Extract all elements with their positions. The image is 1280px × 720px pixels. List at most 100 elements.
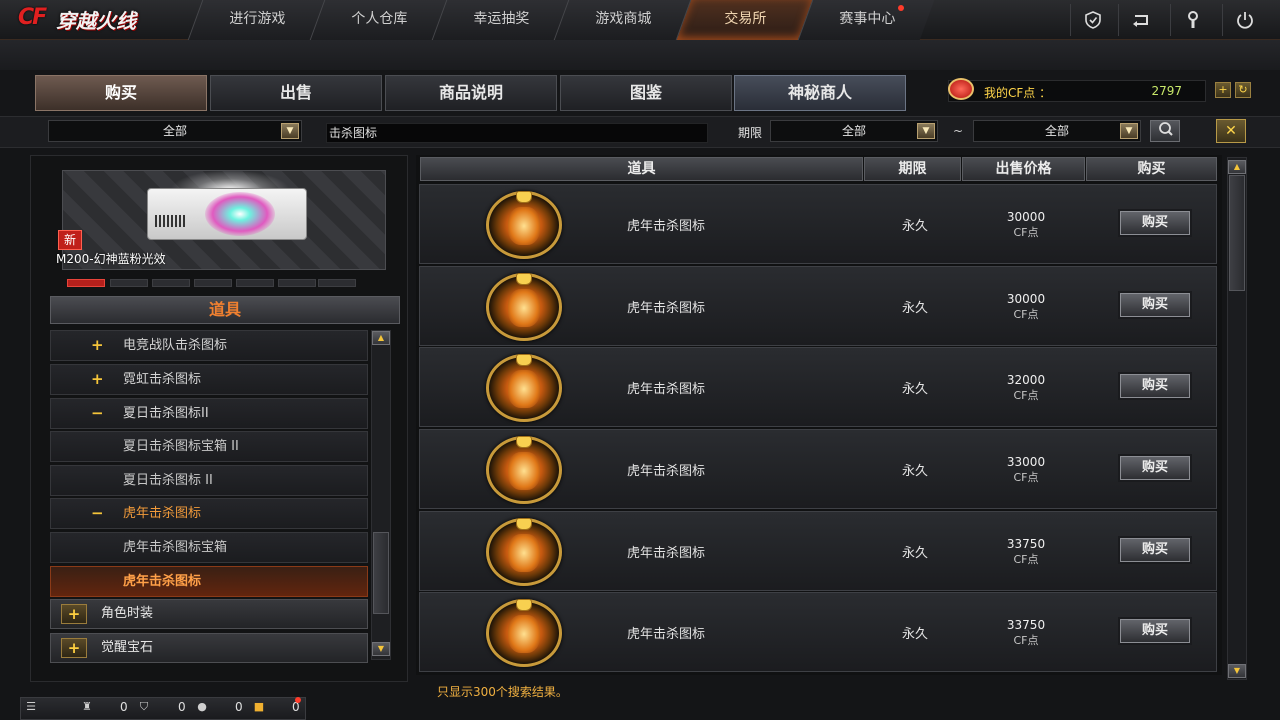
category-item[interactable]: + 觉醒宝石 bbox=[50, 633, 368, 663]
collapse-icon[interactable]: − bbox=[91, 499, 104, 528]
tab-sell[interactable]: 出售 bbox=[210, 75, 382, 111]
item-name: 虎年击杀图标 bbox=[627, 382, 706, 397]
left-scrollbar-thumb[interactable] bbox=[373, 532, 389, 614]
wrench-icon[interactable] bbox=[1170, 4, 1214, 36]
shield-icon[interactable] bbox=[1070, 4, 1114, 36]
item-period: 永久 bbox=[902, 464, 929, 479]
nav-tab-play[interactable]: 进行游戏 bbox=[187, 0, 325, 40]
tab-buy[interactable]: 购买 bbox=[35, 75, 207, 111]
buy-button[interactable]: 购买 bbox=[1120, 538, 1190, 562]
tab-catalog[interactable]: 图鉴 bbox=[560, 75, 732, 111]
nav-tab-exchange[interactable]: 交易所 bbox=[675, 0, 813, 40]
nav-tab-lottery[interactable]: 幸运抽奖 bbox=[431, 0, 569, 40]
glow-gem-icon bbox=[205, 192, 275, 236]
pager-dot[interactable] bbox=[194, 279, 232, 287]
buy-button[interactable]: 购买 bbox=[1120, 211, 1190, 235]
chevron-down-icon[interactable]: ▼ bbox=[1120, 123, 1138, 139]
buy-button[interactable]: 购买 bbox=[1120, 619, 1190, 643]
item-period: 永久 bbox=[902, 627, 929, 642]
scroll-down-icon[interactable]: ▼ bbox=[372, 642, 390, 656]
item-category-header: 道具 bbox=[50, 296, 400, 324]
crown-icon bbox=[516, 436, 532, 448]
expand-icon[interactable]: + bbox=[91, 365, 104, 394]
table-scrollbar-thumb[interactable] bbox=[1229, 175, 1245, 291]
back-icon[interactable] bbox=[1118, 4, 1162, 36]
friends-icon[interactable]: ♜ bbox=[80, 700, 94, 714]
tab-description[interactable]: 商品说明 bbox=[385, 75, 557, 111]
tree-item[interactable]: + 霓虹击杀图标 bbox=[50, 364, 368, 395]
expand-icon[interactable]: + bbox=[91, 331, 104, 360]
scroll-up-icon[interactable]: ▲ bbox=[372, 331, 390, 345]
chevron-down-icon[interactable]: ▼ bbox=[281, 123, 299, 139]
tree-child-item-selected[interactable]: 虎年击杀图标 bbox=[50, 566, 368, 597]
search-input[interactable]: 击杀图标 bbox=[326, 123, 708, 143]
notification-dot bbox=[295, 697, 301, 703]
tree-child-item[interactable]: 夏日击杀图标 II bbox=[50, 465, 368, 496]
scroll-down-icon[interactable]: ▼ bbox=[1228, 664, 1246, 678]
nav-tab-label: 赛事中心 bbox=[838, 11, 895, 27]
tree-child-item[interactable]: 夏日击杀图标宝箱 II bbox=[50, 431, 368, 462]
buy-button[interactable]: 购买 bbox=[1120, 456, 1190, 480]
scroll-up-icon[interactable]: ▲ bbox=[1228, 160, 1246, 174]
tree-item[interactable]: − 虎年击杀图标 bbox=[50, 498, 368, 529]
tree-item-label: 虎年击杀图标 bbox=[123, 506, 202, 521]
tree-item-label: 霓虹击杀图标 bbox=[123, 372, 202, 387]
friends-count: 0 bbox=[120, 700, 128, 714]
nav-tab-inventory[interactable]: 个人仓库 bbox=[309, 0, 447, 40]
tree-item[interactable]: − 夏日击杀图标II bbox=[50, 398, 368, 429]
logo-cn-text: 穿越火线 bbox=[56, 9, 136, 33]
item-name: 虎年击杀图标 bbox=[627, 546, 706, 561]
refresh-icon[interactable]: ↻ bbox=[1235, 82, 1251, 98]
nav-tab-label: 个人仓库 bbox=[350, 11, 407, 27]
power-icon[interactable] bbox=[1222, 4, 1266, 36]
clan-count: 0 bbox=[178, 700, 186, 714]
banner-title: M200-幻神蓝粉光效 bbox=[56, 252, 166, 266]
range-separator: ~ bbox=[953, 124, 964, 138]
add-points-icon[interactable]: + bbox=[1215, 82, 1231, 98]
table-row: 虎年击杀图标 永久 30000 CF点 购买 bbox=[419, 184, 1217, 264]
pager-dot[interactable] bbox=[110, 279, 148, 287]
chat-count: 0 bbox=[235, 700, 243, 714]
crown-icon bbox=[516, 354, 532, 366]
pager-dot[interactable] bbox=[67, 279, 105, 287]
pager-dot[interactable] bbox=[236, 279, 274, 287]
tiger-face-icon bbox=[508, 289, 540, 327]
pager-dot[interactable] bbox=[318, 279, 356, 287]
pager-dot[interactable] bbox=[278, 279, 316, 287]
nav-tab-events[interactable]: 赛事中心 bbox=[797, 0, 935, 40]
price-value: 33750 bbox=[1006, 537, 1046, 551]
period-from-dropdown[interactable]: 全部 ▼ bbox=[770, 120, 938, 142]
collapse-icon[interactable]: − bbox=[91, 399, 104, 428]
tree-item[interactable]: + 电竞战队击杀图标 bbox=[50, 330, 368, 361]
crown-icon bbox=[516, 599, 532, 611]
new-badge: 新 bbox=[58, 230, 82, 250]
close-icon[interactable]: ✕ bbox=[1216, 119, 1246, 143]
tab-mystic-merchant[interactable]: 神秘商人 bbox=[734, 75, 906, 111]
nav-tab-shop[interactable]: 游戏商城 bbox=[553, 0, 691, 40]
cf-coin-icon bbox=[948, 78, 974, 100]
expand-icon[interactable]: + bbox=[61, 604, 87, 624]
pager-dot[interactable] bbox=[152, 279, 190, 287]
buy-button[interactable]: 购买 bbox=[1120, 293, 1190, 317]
gift-icon[interactable]: ■ bbox=[252, 700, 266, 714]
price-value: 33750 bbox=[1006, 618, 1046, 632]
table-row: 虎年击杀图标 永久 33000 CF点 购买 bbox=[419, 429, 1217, 509]
expand-icon[interactable]: + bbox=[61, 638, 87, 658]
logo-cf-text: CF bbox=[18, 5, 47, 30]
tree-child-item[interactable]: 虎年击杀图标宝箱 bbox=[50, 532, 368, 563]
clan-shield-icon[interactable]: ⛉ bbox=[137, 700, 151, 714]
search-icon[interactable] bbox=[1150, 120, 1180, 142]
menu-list-icon[interactable]: ☰ bbox=[24, 700, 38, 714]
category-dropdown[interactable]: 全部 ▼ bbox=[48, 120, 302, 142]
category-item[interactable]: + 角色时装 bbox=[50, 599, 368, 629]
price-value: 30000 bbox=[1006, 210, 1046, 224]
buy-button[interactable]: 购买 bbox=[1120, 374, 1190, 398]
period-to-dropdown[interactable]: 全部 ▼ bbox=[973, 120, 1141, 142]
chevron-down-icon[interactable]: ▼ bbox=[917, 123, 935, 139]
result-limit-note: 只显示300个搜索结果。 bbox=[437, 685, 568, 699]
column-header-price: 出售价格 bbox=[962, 157, 1085, 181]
chat-icon[interactable]: ● bbox=[195, 700, 209, 714]
tiger-face-icon bbox=[508, 370, 540, 408]
price-value: 30000 bbox=[1006, 292, 1046, 306]
price-unit: CF点 bbox=[1013, 389, 1039, 402]
